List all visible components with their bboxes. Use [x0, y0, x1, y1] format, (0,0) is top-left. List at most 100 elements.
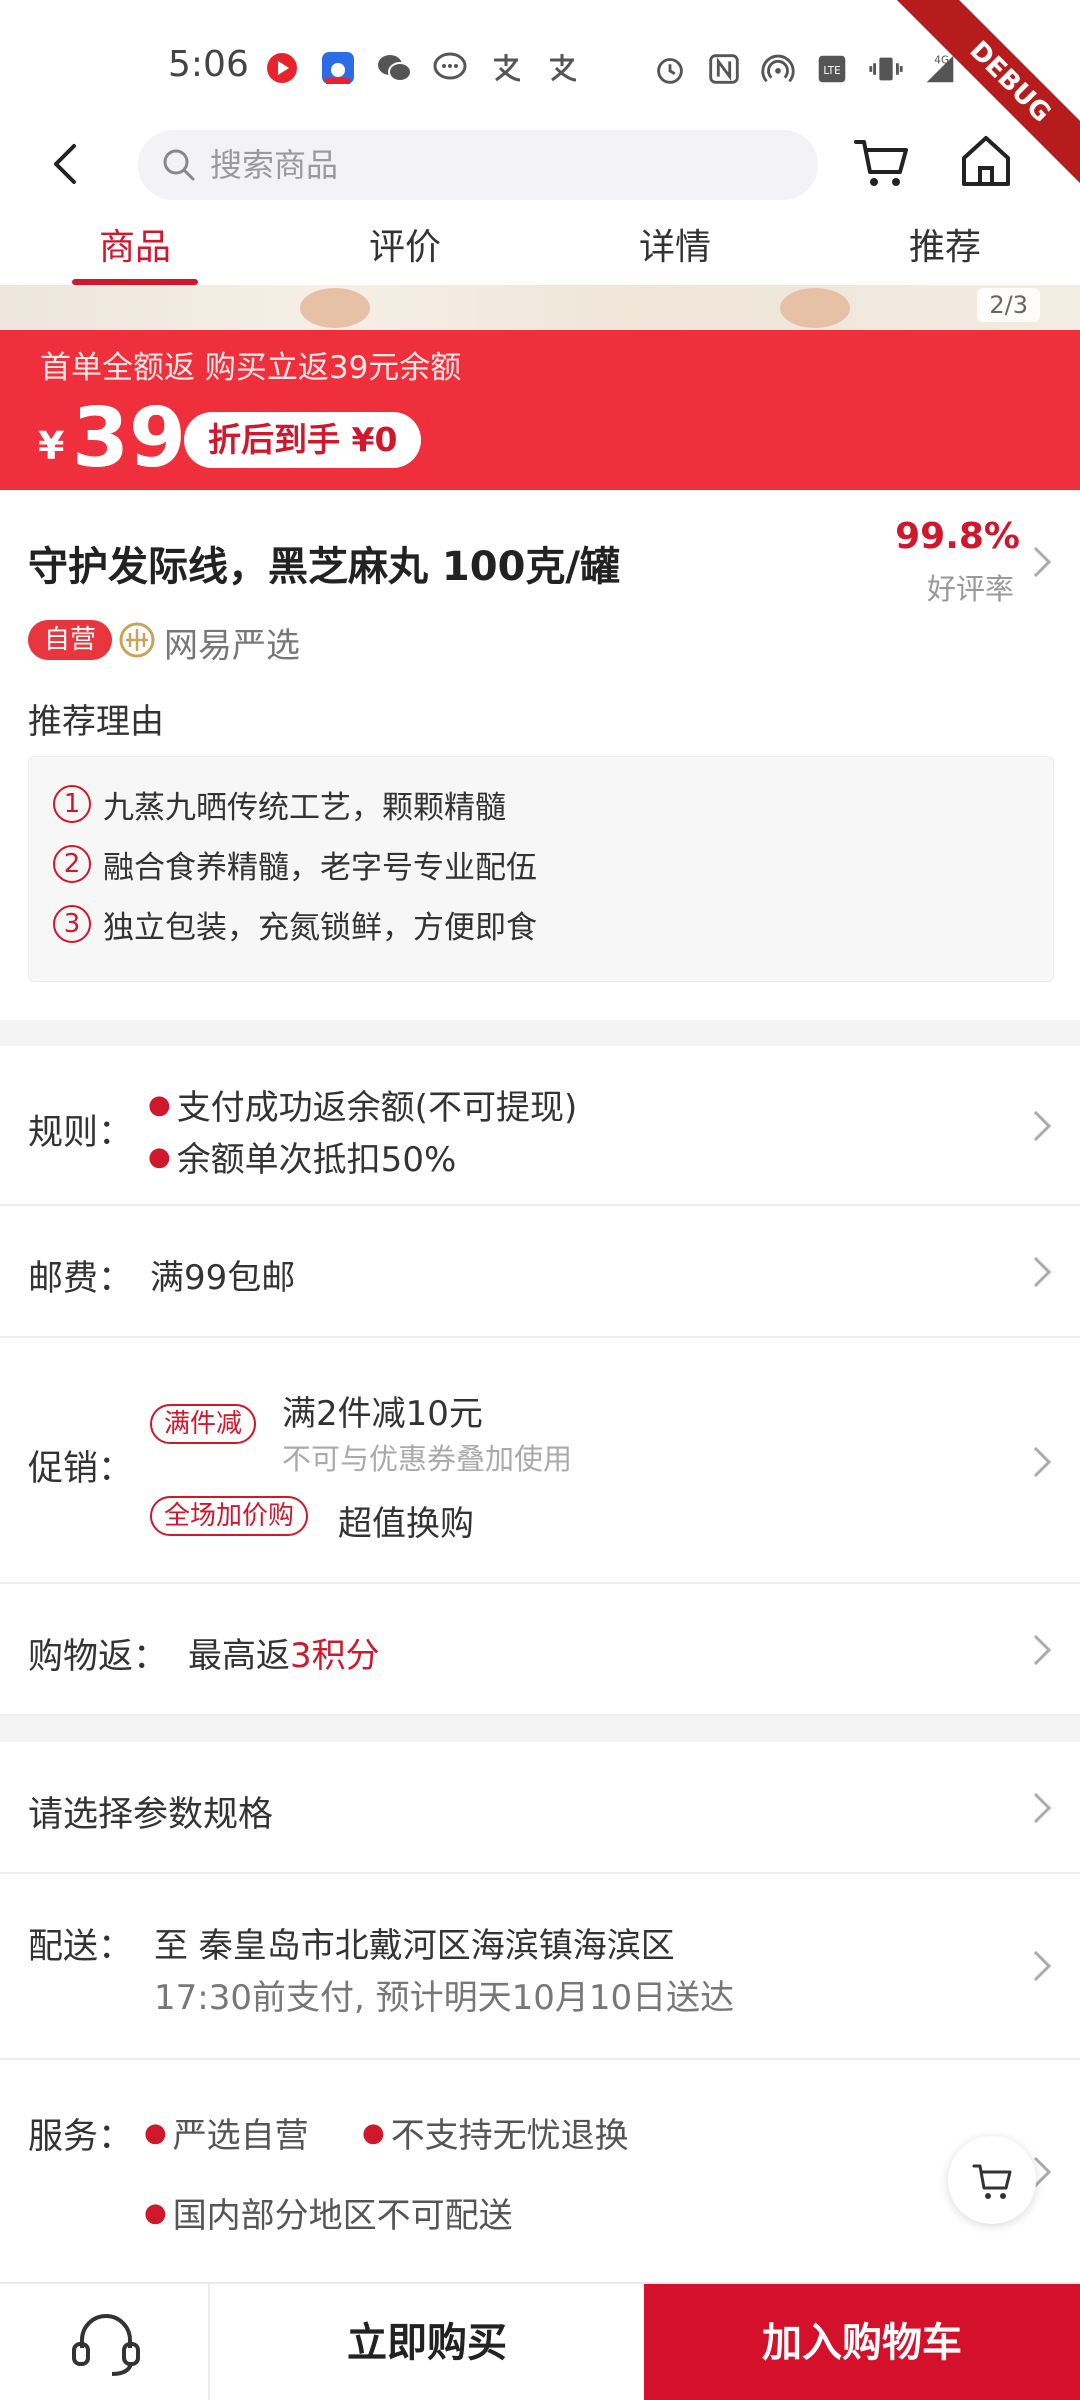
alipay-icon — [542, 48, 582, 88]
rating-value[interactable]: 99.8% — [895, 516, 1020, 557]
promo-line: 首单全额返 购买立返39元余额 — [40, 350, 462, 386]
product-tabs: 商品 评价 详情 推荐 — [0, 215, 1080, 287]
cashback-value: 最高返3积分 — [188, 1636, 380, 1676]
product-title: 守护发际线，黑芝麻丸 100克/罐 — [28, 544, 621, 590]
reason-number: 1 — [53, 785, 91, 823]
service-row[interactable]: 服务： ● 严选自营 ● 不支持无忧退换 ● 国内部分地区不可配送 — [0, 2060, 1080, 2282]
chevron-right-icon — [1030, 1788, 1054, 1828]
chevron-right-icon — [1030, 1252, 1054, 1292]
delivery-row[interactable]: 配送： 至 秦皇岛市北戴河区海滨镇海滨区 17:30前支付, 预计明天10月10… — [0, 1874, 1080, 2060]
reason-text: 融合食养精髓，老字号专业配伍 — [103, 849, 537, 886]
product-image-strip[interactable] — [0, 285, 1080, 330]
rule-item: ● 余额单次抵扣50% — [148, 1140, 457, 1180]
tab-details[interactable]: 详情 — [575, 215, 775, 281]
bottom-action-bar: 立即购买 加入购物车 — [0, 2282, 1080, 2400]
delivery-address: 至 秦皇岛市北戴河区海滨镇海滨区 — [154, 1926, 675, 1966]
brand-logo-icon — [118, 621, 156, 659]
home-icon[interactable] — [956, 128, 1016, 192]
reason-text: 九蒸九晒传统工艺，颗颗精髓 — [103, 789, 506, 826]
reason-number: 3 — [53, 905, 91, 943]
reason-item: 3 独立包装，充氮锁鲜，方便即食 — [53, 901, 537, 947]
rules-row[interactable]: 规则： ● 支付成功返余额(不可提现) ● 余额单次抵扣50% — [0, 1046, 1080, 1206]
cashback-row[interactable]: 购物返： 最高返3积分 — [0, 1584, 1080, 1716]
alipay-icon — [486, 48, 526, 88]
promotion-label: 促销： — [28, 1449, 134, 1489]
hotspot-icon — [758, 50, 798, 88]
video-app-icon — [262, 48, 302, 88]
chevron-right-icon — [1030, 1442, 1054, 1482]
headset-icon — [66, 2308, 146, 2378]
brand-name[interactable]: 网易严选 — [164, 618, 300, 667]
nfc-icon — [704, 50, 744, 88]
baidu-app-icon — [318, 48, 358, 88]
reason-number: 2 — [53, 845, 91, 883]
promotion-row[interactable]: 促销： 满件减 满2件减10元 不可与优惠券叠加使用 全场加价购 超值换购 — [0, 1338, 1080, 1584]
reason-item: 2 融合食养精髓，老字号专业配伍 — [53, 841, 537, 887]
service-item: ● 国内部分地区不可配送 — [144, 2196, 513, 2236]
self-operated-badge: 自营 — [28, 620, 113, 660]
floating-cart-button[interactable] — [948, 2136, 1036, 2224]
cashback-label: 购物返： — [28, 1637, 169, 1677]
spec-label: 请选择参数规格 — [28, 1795, 274, 1835]
rating-label[interactable]: 好评率 — [927, 566, 1014, 608]
wechat-icon — [374, 48, 414, 88]
product-image-fragment — [300, 288, 370, 328]
svg-text:LTE: LTE — [823, 65, 840, 77]
reason-text: 独立包装，充氮锁鲜，方便即食 — [103, 909, 537, 946]
price-banner: 首单全额返 购买立返39元余额 ¥ 39 折后到手 ¥0 — [0, 330, 1080, 490]
delivery-label: 配送： — [28, 1927, 134, 1967]
status-bar: 5:06 LTE 4G DEBUG — [0, 0, 1080, 197]
active-tab-indicator — [72, 279, 198, 285]
cart-icon[interactable] — [852, 130, 912, 194]
promo-tag: 全场加价购 — [150, 1496, 309, 1536]
chevron-right-icon — [1030, 1106, 1054, 1146]
chevron-right-icon — [1030, 1946, 1054, 1986]
service-item: ● 不支持无忧退换 — [362, 2116, 629, 2156]
reason-item: 1 九蒸九晒传统工艺，颗颗精髓 — [53, 781, 506, 827]
svg-text:4G: 4G — [934, 54, 949, 66]
spec-row[interactable]: 请选择参数规格 — [0, 1742, 1080, 1874]
search-placeholder: 搜索商品 — [210, 146, 339, 184]
tab-recommend[interactable]: 推荐 — [845, 215, 1045, 281]
section-divider — [0, 1716, 1080, 1742]
tab-reviews[interactable]: 评价 — [305, 215, 505, 281]
top-area: 2/3 5:06 LTE 4G DEBUG 搜索商品 商品 评价 详情 推荐 — [0, 0, 1080, 330]
shipping-value: 满99包邮 — [150, 1258, 296, 1298]
after-discount-price: 折后到手 ¥0 — [184, 412, 422, 468]
section-divider — [0, 1020, 1080, 1046]
back-arrow-icon[interactable] — [42, 134, 92, 194]
product-image-fragment — [780, 288, 850, 328]
tab-goods[interactable]: 商品 — [35, 215, 235, 281]
service-label: 服务： — [28, 2117, 134, 2157]
shipping-row[interactable]: 邮费： 满99包邮 — [0, 1206, 1080, 1338]
alarm-icon — [650, 50, 690, 88]
cart-icon — [972, 2164, 1012, 2199]
product-info: 守护发际线，黑芝麻丸 100克/罐 99.8% 好评率 自营 网易严选 推荐理由… — [0, 490, 1080, 1020]
vibrate-icon — [866, 50, 906, 88]
chevron-right-icon[interactable] — [1030, 542, 1054, 582]
customer-service-button[interactable] — [0, 2284, 210, 2400]
price: 39 — [72, 391, 187, 486]
currency-symbol: ¥ — [38, 424, 65, 468]
service-item: ● 严选自营 — [144, 2116, 309, 2156]
notification-icons — [262, 48, 582, 88]
buy-now-button[interactable]: 立即购买 — [212, 2284, 642, 2400]
promo-sub-text: 不可与优惠券叠加使用 — [282, 1442, 573, 1476]
promo-tag: 满件减 — [150, 1404, 257, 1444]
promo-main-text: 超值换购 — [338, 1504, 474, 1544]
status-time: 5:06 — [168, 44, 249, 85]
reason-box: 1 九蒸九晒传统工艺，颗颗精髓 2 融合食养精髓，老字号专业配伍 3 独立包装，… — [28, 756, 1054, 982]
shipping-label: 邮费： — [28, 1259, 134, 1299]
volte-icon: LTE — [812, 50, 852, 88]
promo-main-text: 满2件减10元 — [282, 1394, 483, 1434]
search-icon — [160, 146, 198, 184]
message-icon — [430, 48, 470, 88]
reason-title: 推荐理由 — [28, 702, 164, 742]
rules-label: 规则： — [28, 1113, 134, 1153]
rule-item: ● 支付成功返余额(不可提现) — [148, 1088, 578, 1128]
image-counter: 2/3 — [977, 288, 1040, 322]
add-to-cart-button[interactable]: 加入购物车 — [644, 2284, 1080, 2400]
nav-bar: 搜索商品 — [0, 120, 1080, 210]
chevron-right-icon — [1030, 1630, 1054, 1670]
search-input[interactable]: 搜索商品 — [138, 130, 818, 200]
